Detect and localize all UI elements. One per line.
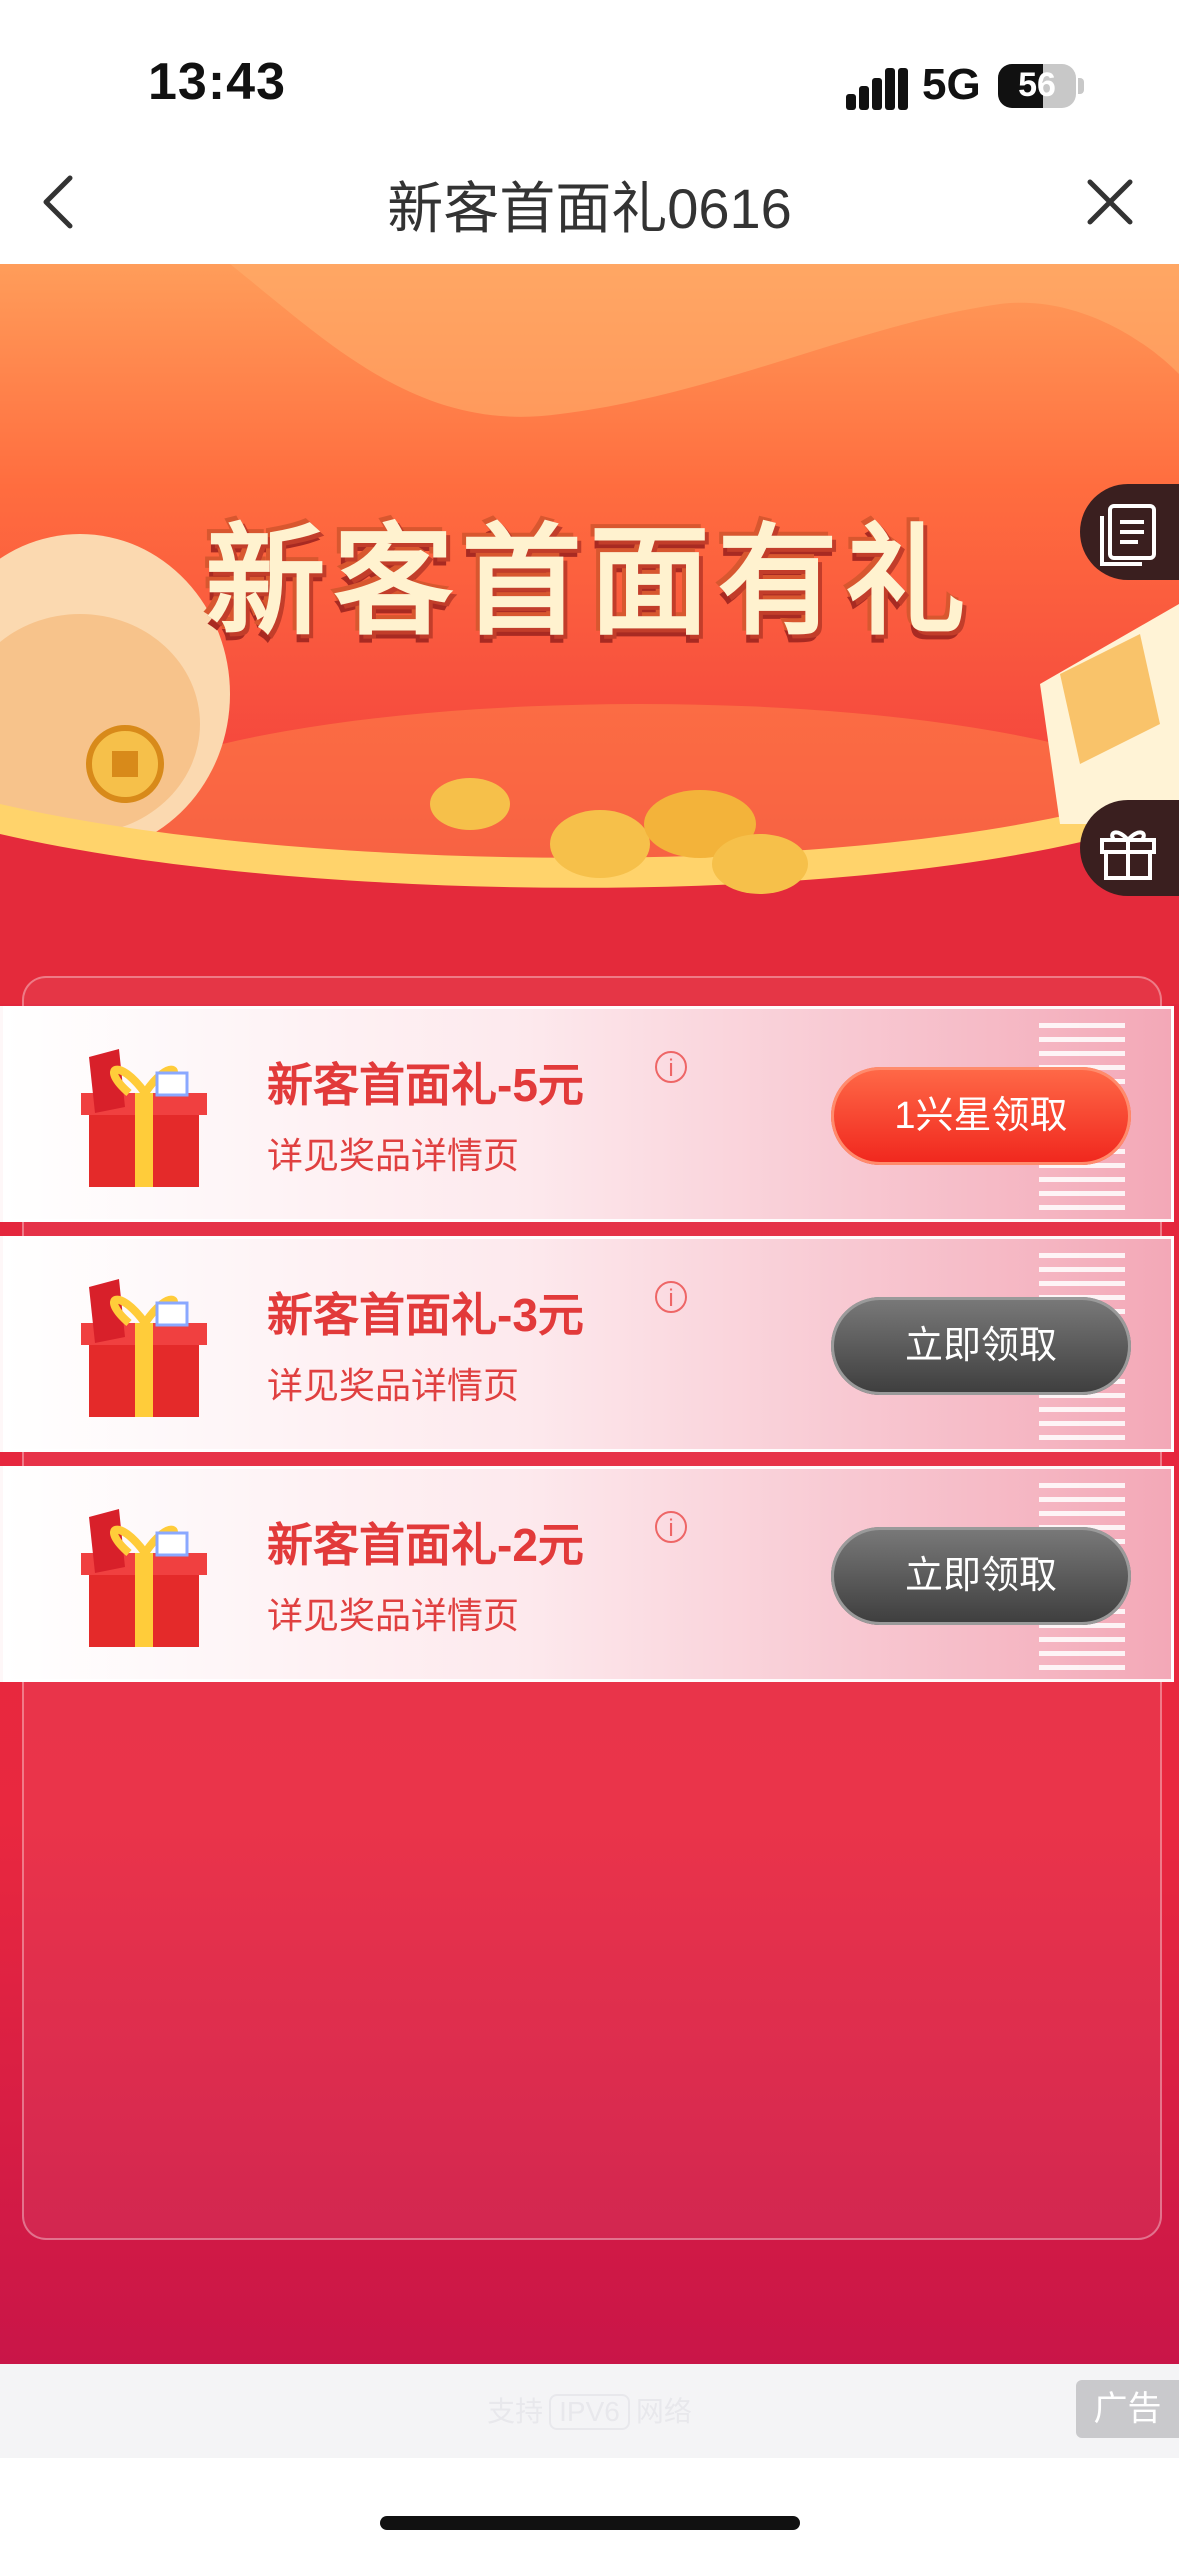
gift-button[interactable]	[1080, 800, 1179, 896]
banner-title: 新客首面有礼	[205, 515, 974, 649]
gift-box-icon	[81, 1509, 207, 1647]
signal-icon	[846, 68, 908, 110]
gift-box-icon	[81, 1049, 207, 1187]
claim-button[interactable]: 立即领取	[831, 1527, 1131, 1625]
ad-badge[interactable]: 广告	[1076, 2380, 1179, 2438]
gift-box-icon	[81, 1279, 207, 1417]
reward-card: 新客首面礼-5元 i 详见奖品详情页 1兴星领取	[0, 1006, 1174, 1222]
close-icon[interactable]	[1078, 170, 1142, 234]
reward-description: 详见奖品详情页	[267, 1595, 520, 1636]
status-time: 13:43	[148, 53, 286, 111]
claim-button[interactable]: 立即领取	[831, 1297, 1131, 1395]
gift-icon	[1100, 830, 1156, 880]
reward-card: 新客首面礼-2元 i 详见奖品详情页 立即领取	[0, 1466, 1174, 1682]
page-title: 新客首面礼0616	[387, 177, 792, 240]
home-indicator[interactable]	[380, 2516, 800, 2530]
battery-level: 56	[1018, 66, 1056, 104]
footer: 支持 IPV6 网络 广告	[0, 2364, 1179, 2458]
status-bar: 13:43 5G 56	[0, 0, 1179, 160]
notes-button[interactable]	[1080, 484, 1179, 580]
claim-button[interactable]: 1兴星领取	[831, 1067, 1131, 1165]
network-type: 5G	[922, 60, 981, 109]
reward-description: 详见奖品详情页	[267, 1135, 520, 1176]
reward-name: 新客首面礼-5元	[267, 1059, 584, 1111]
reward-name: 新客首面礼-3元	[267, 1289, 584, 1341]
info-icon[interactable]: i	[655, 1511, 687, 1543]
reward-name: 新客首面礼-2元	[267, 1519, 584, 1571]
ipv6-badge: IPV6	[549, 2394, 630, 2430]
reward-description: 详见奖品详情页	[267, 1365, 520, 1406]
notes-icon	[1100, 504, 1156, 566]
ipv6-support-label: 支持 IPV6 网络	[0, 2390, 1179, 2430]
info-icon[interactable]: i	[655, 1281, 687, 1313]
info-icon[interactable]: i	[655, 1051, 687, 1083]
reward-card: 新客首面礼-3元 i 详见奖品详情页 立即领取	[0, 1236, 1174, 1452]
promo-banner: 新客首面有礼	[0, 264, 1179, 1004]
nav-bar: 新客首面礼0616	[0, 140, 1179, 264]
battery-icon: 56	[998, 64, 1076, 108]
